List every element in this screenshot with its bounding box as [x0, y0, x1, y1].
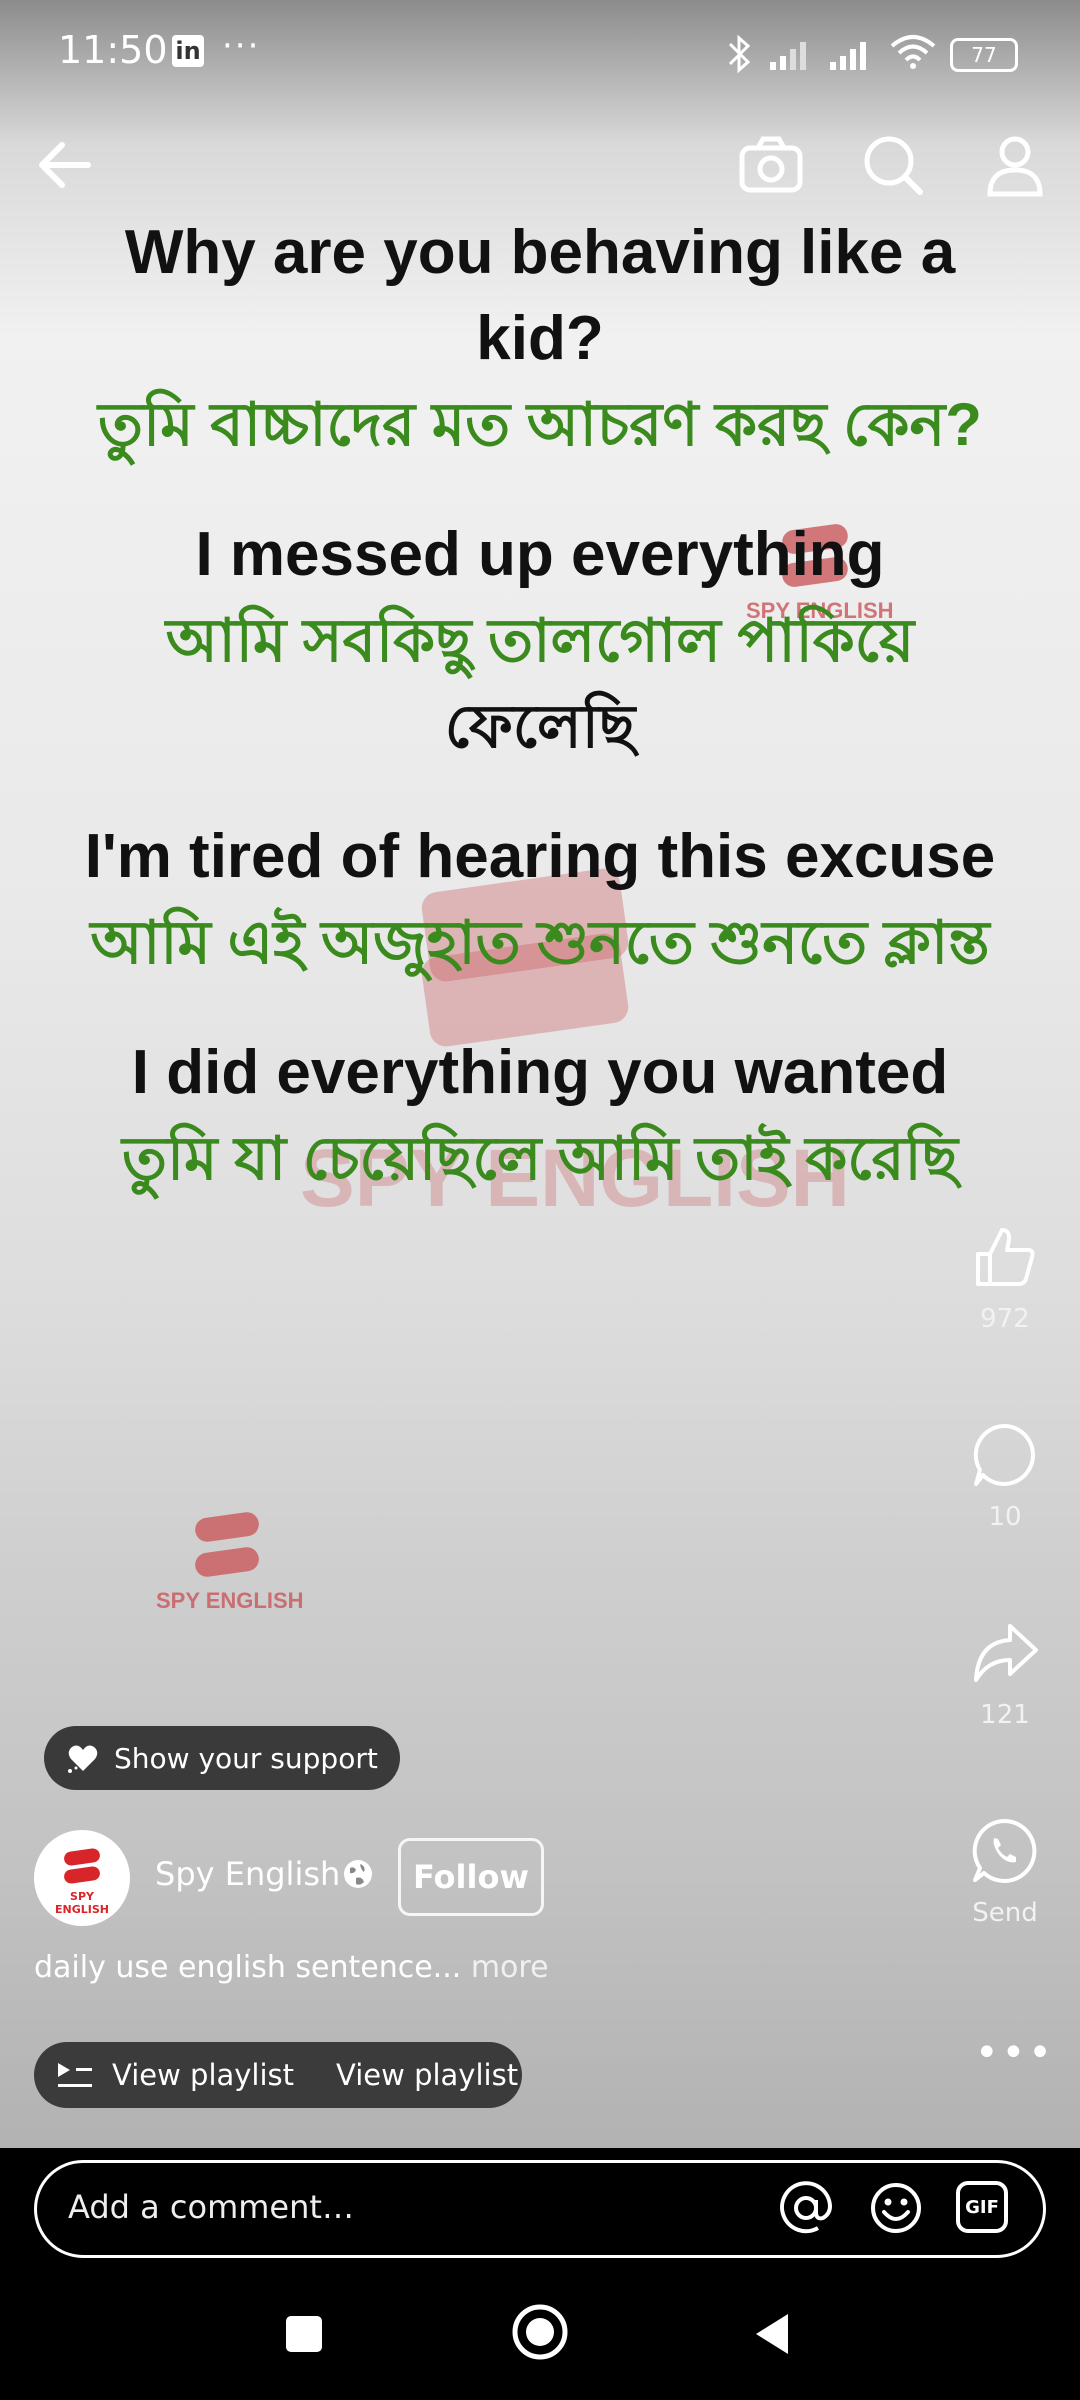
comment-bubble-icon	[973, 1423, 1035, 1486]
share-button[interactable]: 121	[955, 1618, 1055, 1730]
like-button[interactable]: 972	[955, 1222, 1055, 1334]
recents-square-icon[interactable]	[280, 2310, 328, 2358]
whatsapp-icon	[972, 1818, 1037, 1883]
sparkle-heart-icon	[68, 1745, 98, 1773]
english-sentence: Why are you behaving like a kid?	[124, 218, 956, 373]
signal-icon	[770, 42, 806, 70]
playlist-label-secondary: View playlist	[336, 2058, 519, 2092]
watermark-logo	[193, 1510, 261, 1544]
status-bar: 11:50 in ··· 77	[0, 0, 1080, 110]
more-options-icon[interactable]: •••	[975, 2030, 1055, 2076]
follow-button[interactable]: Follow	[398, 1838, 544, 1916]
bengali-sentence-continued: ফেলেছি	[444, 693, 636, 760]
subtitle-block: Why are you behaving like a kid? তুমি বা…	[80, 210, 1000, 468]
person-icon[interactable]	[980, 130, 1050, 200]
battery-indicator: 77	[950, 38, 1018, 72]
back-triangle-icon[interactable]	[748, 2310, 796, 2358]
view-playlist-button[interactable]: View playlist View playlist	[34, 2042, 522, 2108]
send-whatsapp-button[interactable]: Send	[955, 1816, 1055, 1928]
english-sentence: I'm tired of hearing this excuse	[84, 822, 996, 891]
english-sentence: I messed up everything	[195, 520, 885, 589]
avatar-logo-bar	[63, 1865, 101, 1885]
thumbs-up-icon	[976, 1228, 1035, 1286]
share-arrow-icon	[974, 1624, 1038, 1682]
signal-icon-2	[830, 42, 866, 70]
description-more-link[interactable]: more	[471, 1950, 549, 1985]
bengali-sentence: আমি সবকিছু তালগোল পাকিয়ে	[165, 607, 915, 674]
video-description[interactable]: daily use english sentence... more	[34, 1950, 549, 1985]
bengali-sentence: তুমি বাচ্চাদের মত আচরণ করছ কেন?	[98, 391, 982, 458]
status-time: 11:50	[58, 28, 168, 72]
search-icon[interactable]	[858, 130, 928, 200]
playlist-icon	[58, 2063, 92, 2087]
home-circle-icon[interactable]	[510, 2302, 570, 2362]
watermark-logo	[193, 1545, 261, 1579]
subtitle-block: I messed up everything আমি সবকিছু তালগোল…	[80, 512, 1000, 770]
subtitle-block: I'm tired of hearing this excuse আমি এই …	[80, 814, 1000, 986]
camera-icon[interactable]	[736, 130, 806, 200]
globe-icon	[344, 1860, 372, 1888]
bluetooth-icon	[728, 34, 751, 74]
wifi-icon	[890, 35, 936, 69]
subtitle-block: I did everything you wanted তুমি যা চেয়…	[80, 1030, 1000, 1202]
avatar-text: SPY ENGLISH	[55, 1890, 109, 1916]
bengali-sentence: আমি এই অজুহাত শুনতে শুনতে ক্লান্ত	[90, 909, 990, 976]
send-label: Send	[972, 1898, 1038, 1928]
video-subtitles: Why are you behaving like a kid? তুমি বা…	[80, 210, 1000, 1246]
playlist-label: View playlist	[112, 2058, 295, 2092]
mention-icon[interactable]	[778, 2180, 834, 2236]
comment-placeholder[interactable]: Add a comment…	[68, 2188, 354, 2226]
avatar-logo-bar	[63, 1847, 101, 1867]
emoji-icon[interactable]	[868, 2180, 924, 2236]
watermark-text: SPY ENGLISH	[156, 1588, 304, 1613]
bengali-sentence: তুমি যা চেয়েছিলে আমি তাই করেছি	[121, 1125, 959, 1192]
channel-name[interactable]: Spy English	[155, 1855, 340, 1893]
english-sentence: I did everything you wanted	[131, 1038, 949, 1107]
like-count: 972	[980, 1304, 1030, 1334]
linkedin-icon: in	[172, 35, 204, 67]
description-text: daily use english sentence...	[34, 1950, 462, 1985]
share-count: 121	[980, 1700, 1030, 1730]
comment-button[interactable]: 10	[955, 1420, 1055, 1532]
gif-icon[interactable]: GIF	[956, 2181, 1008, 2233]
channel-avatar[interactable]: SPY ENGLISH	[34, 1830, 130, 1926]
comment-count: 10	[988, 1502, 1022, 1532]
show-support-button[interactable]: Show your support	[44, 1726, 400, 1790]
arrow-left-icon[interactable]	[30, 130, 100, 200]
show-support-label: Show your support	[114, 1741, 378, 1775]
status-more-dots: ···	[222, 26, 261, 66]
